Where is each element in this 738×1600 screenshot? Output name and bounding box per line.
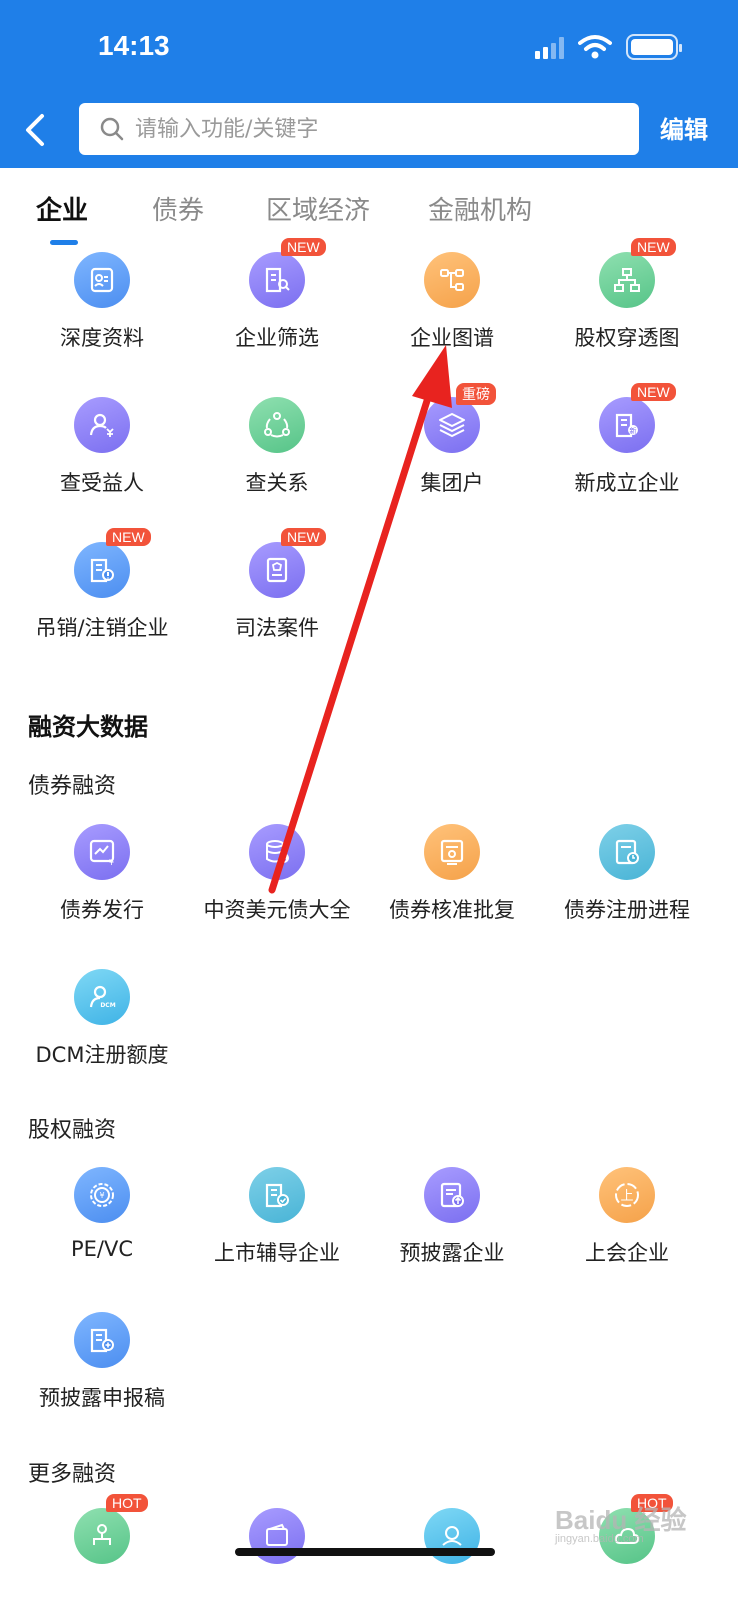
tab-regional-economy[interactable]: 区域经济 [266, 190, 370, 227]
grid-item-bond-approval[interactable]: 债券核准批复 [362, 824, 542, 924]
approval-document-icon [424, 824, 480, 880]
grid-item-label: 吊销/注销企业 [35, 616, 169, 640]
draft-building-icon [74, 1312, 130, 1368]
search-icon [100, 117, 124, 141]
relation-network-icon [249, 397, 305, 453]
edit-button[interactable]: 编辑 [660, 110, 708, 145]
database-dollar-icon: $ [249, 824, 305, 880]
new-badge: NEW [106, 528, 151, 546]
bond-chart-icon: ¥ [74, 824, 130, 880]
grid-item-dcm-quota[interactable]: DCM DCM注册额度 [12, 969, 192, 1069]
grid-item-beneficiary[interactable]: 查受益人 [12, 397, 192, 497]
cellular-signal-icon [535, 35, 564, 59]
tab-financial-institutions[interactable]: 金融机构 [428, 190, 532, 227]
svg-text:$: $ [281, 854, 286, 863]
svg-text:新: 新 [630, 426, 637, 435]
back-arrow-icon[interactable] [16, 108, 56, 152]
grid-item-label: 集团户 [420, 471, 484, 495]
grid-item-label: 上会企业 [585, 1241, 669, 1265]
hot-badge: HOT [106, 1494, 148, 1512]
new-building-icon: 新 NEW [599, 383, 676, 453]
grid-item-more-1[interactable]: HOT [12, 1494, 192, 1564]
grid-item-label: 预披露企业 [399, 1241, 505, 1265]
building-search-icon: NEW [249, 238, 326, 308]
grid-item-enterprise-filter[interactable]: NEW 企业筛选 [187, 238, 367, 352]
financing-section-title: 融资大数据 [28, 713, 148, 741]
grid-item-label: 查受益人 [60, 471, 144, 495]
meeting-circle-icon: 上 [599, 1167, 655, 1223]
grid-item-listing-guidance[interactable]: 上市辅导企业 [187, 1167, 367, 1267]
grid-item-pre-disclosure-draft[interactable]: 预披露申报稿 [12, 1312, 192, 1412]
watermark-text: Baidu 经验 [555, 1505, 687, 1535]
grid-item-pe-vc[interactable]: ¥ PE/VC [12, 1167, 192, 1261]
grid-item-bond-issuance[interactable]: ¥ 债券发行 [12, 824, 192, 924]
disclosure-upload-icon [424, 1167, 480, 1223]
grid-item-group-account[interactable]: 重磅 集团户 [362, 383, 542, 497]
featured-badge: 重磅 [456, 383, 496, 405]
grid-item-bond-registration[interactable]: 债券注册进程 [537, 824, 717, 924]
grid-item-label: 查关系 [245, 471, 309, 495]
grid-item-label: 股权穿透图 [574, 326, 680, 350]
grid-item-label: 深度资料 [60, 326, 144, 350]
grid-item-label: 债券注册进程 [564, 898, 690, 922]
grid-item-label: 司法案件 [235, 616, 319, 640]
bond-financing-title: 债券融资 [28, 774, 117, 799]
category-tabs: 企业 债券 区域经济 金融机构 [0, 178, 738, 248]
svg-text:上: 上 [620, 1189, 633, 1204]
tab-bonds[interactable]: 债券 [152, 190, 204, 227]
search-bar[interactable] [79, 103, 639, 155]
grid-item-pre-disclosure[interactable]: 预披露企业 [362, 1167, 542, 1267]
more-financing-title: 更多融资 [28, 1462, 117, 1487]
battery-icon [626, 34, 682, 60]
grid-item-label: 企业图谱 [410, 326, 494, 350]
status-time: 14:13 [98, 30, 170, 61]
home-indicator[interactable] [235, 1548, 495, 1556]
equity-financing-title: 股权融资 [28, 1118, 117, 1143]
coin-target-icon: ¥ [74, 1167, 130, 1223]
grid-item-label: 债券核准批复 [389, 898, 515, 922]
grid-item-label: PE/VC [70, 1237, 134, 1261]
grid-item-equity-penetration[interactable]: NEW 股权穿透图 [537, 238, 717, 352]
tab-enterprise[interactable]: 企业 [36, 190, 88, 227]
grid-item-relations[interactable]: 查关系 [187, 397, 367, 497]
status-icons [535, 34, 682, 60]
profile-card-icon [74, 252, 130, 308]
new-badge: NEW [281, 238, 326, 256]
hierarchy-icon: NEW [599, 238, 676, 308]
grid-item-label: 预披露申报稿 [39, 1386, 165, 1410]
grid-item-meeting-enterprises[interactable]: 上 上会企业 [537, 1167, 717, 1267]
grid-item-revoked-enterprises[interactable]: NEW 吊销/注销企业 [12, 528, 192, 642]
grid-item-deep-profile[interactable]: 深度资料 [12, 252, 192, 352]
beneficiary-icon [74, 397, 130, 453]
grid-item-label: 新成立企业 [574, 471, 680, 495]
grid-item-new-enterprises[interactable]: 新 NEW 新成立企业 [537, 383, 717, 497]
new-badge: NEW [631, 238, 676, 256]
grid-item-enterprise-graph[interactable]: 企业图谱 [362, 252, 542, 352]
dcm-user-icon: DCM [74, 969, 130, 1025]
svg-text:¥: ¥ [99, 1191, 104, 1200]
grid-item-label: 中资美元债大全 [203, 898, 351, 922]
tree-graph-icon [424, 252, 480, 308]
grid-item-label: 企业筛选 [235, 326, 319, 350]
new-badge: NEW [631, 383, 676, 401]
grid-item-label: 上市辅导企业 [214, 1241, 340, 1265]
search-input[interactable] [135, 116, 615, 142]
layers-icon: 重磅 [424, 383, 496, 453]
listing-building-icon [249, 1167, 305, 1223]
grid-item-judicial-cases[interactable]: NEW 司法案件 [187, 528, 367, 642]
svg-text:DCM: DCM [100, 1002, 115, 1009]
wifi-icon [578, 35, 612, 59]
top-header: 14:13 编辑 [0, 0, 738, 168]
revoked-building-icon: NEW [74, 528, 151, 598]
fund-tree-icon: HOT [74, 1494, 148, 1564]
svg-text:¥: ¥ [109, 858, 114, 867]
grid-item-usd-bonds[interactable]: $ 中资美元债大全 [187, 824, 367, 924]
new-badge: NEW [281, 528, 326, 546]
judicial-document-icon: NEW [249, 528, 326, 598]
watermark: Baidu 经验 jingyan.baidu.com [555, 1500, 686, 1545]
tab-indicator [50, 240, 78, 245]
grid-item-label: DCM注册额度 [35, 1043, 169, 1067]
registration-clock-icon [599, 824, 655, 880]
grid-item-label: 债券发行 [60, 898, 144, 922]
